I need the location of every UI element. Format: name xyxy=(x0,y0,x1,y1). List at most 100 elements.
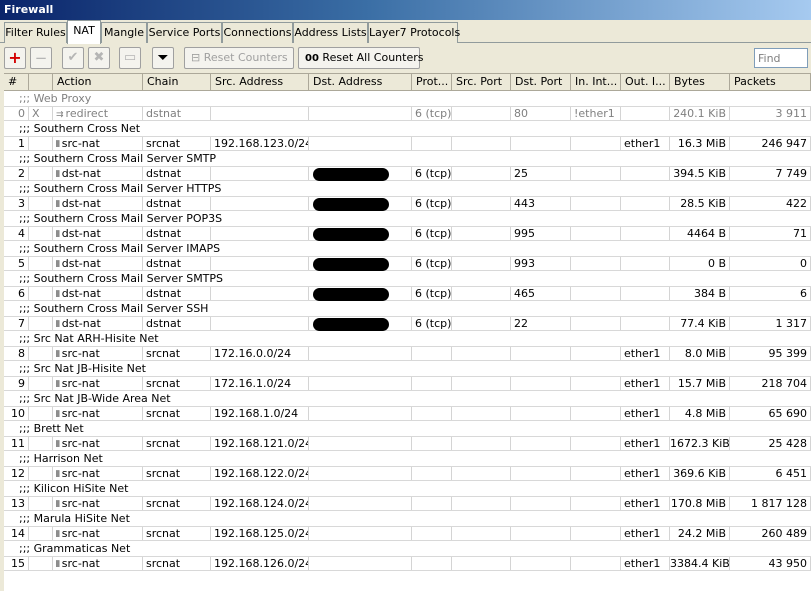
tab-layer7-protocols[interactable]: Layer7 Protocols xyxy=(368,22,460,43)
column-header-src-port[interactable]: Src. Port xyxy=(452,74,511,91)
table-row[interactable]: 11 ⫴ src-nat srcnat 192.168.121.0/24 ether1 16… xyxy=(4,436,811,451)
filter-icon[interactable]: ⏷ xyxy=(152,47,174,69)
table-row[interactable]: 14 ⫴ src-nat srcnat 192.168.125.0/24 ether1 24… xyxy=(4,526,811,541)
tab-address-lists[interactable]: Address Lists xyxy=(293,22,368,43)
column-header-packets[interactable]: Packets xyxy=(730,74,811,91)
rule-out-interface: ether1 xyxy=(621,377,670,390)
rule-comment[interactable]: ;;; Marula HiSite Net xyxy=(4,511,811,526)
table-row[interactable]: 8 ⫴ src-nat srcnat 172.16.0.0/24 ether1 8.0 Mi… xyxy=(4,346,811,361)
column-header-chain[interactable]: Chain xyxy=(143,74,211,91)
table-row[interactable]: 0 X ⇉ redirect dstnat 6 (tcp) 80 !ether1 240.1 K… xyxy=(4,106,811,121)
column-header-bytes[interactable]: Bytes xyxy=(670,74,730,91)
rule-dst-port xyxy=(511,467,571,480)
rule-packets: 422 xyxy=(730,197,811,210)
rule-number: 5 xyxy=(4,257,29,270)
rule-protocol: 6 (tcp) xyxy=(412,317,452,330)
comment-icon[interactable]: ▭ xyxy=(119,47,141,69)
table-row[interactable]: 12 ⫴ src-nat srcnat 192.168.122.0/24 ether1 36… xyxy=(4,466,811,481)
rule-comment[interactable]: ;;; Grammaticas Net xyxy=(4,541,811,556)
rule-action: ⫴ dst-nat xyxy=(53,287,143,300)
column-header-src-address[interactable]: Src. Address xyxy=(211,74,309,91)
table-row[interactable]: 5 ⫴ dst-nat dstnat 6 (tcp) 993 0 B0 xyxy=(4,256,811,271)
rule-comment[interactable]: ;;; Src Nat JB-Wide Area Net xyxy=(4,391,811,406)
table-row[interactable]: 15 ⫴ src-nat srcnat 192.168.126.0/24 ether1 33… xyxy=(4,556,811,571)
rule-src-port xyxy=(452,227,511,240)
table-row[interactable]: 6 ⫴ dst-nat dstnat 6 (tcp) 465 384 B6 xyxy=(4,286,811,301)
rule-packets: 25 428 xyxy=(730,437,811,450)
rule-chain: srcnat xyxy=(143,497,211,510)
rule-flag xyxy=(29,437,53,450)
rule-chain: dstnat xyxy=(143,197,211,210)
rule-in-interface xyxy=(571,227,621,240)
rule-dst-port: 80 xyxy=(511,107,571,120)
table-row[interactable]: 1 ⫴ src-nat srcnat 192.168.123.0/24 ether1 16.… xyxy=(4,136,811,151)
rule-src-port xyxy=(452,137,511,150)
rule-comment[interactable]: ;;; Harrison Net xyxy=(4,451,811,466)
rule-comment[interactable]: ;;; Southern Cross Mail Server POP3S xyxy=(4,211,811,226)
table-row[interactable]: 4 ⫴ dst-nat dstnat 6 (tcp) 995 4464 B 71 xyxy=(4,226,811,241)
rule-flag xyxy=(29,287,53,300)
tab-nat[interactable]: NAT xyxy=(67,20,101,44)
rule-comment[interactable]: ;;; Southern Cross Net xyxy=(4,121,811,136)
column-header-flags[interactable] xyxy=(29,74,53,91)
table-row[interactable]: 10 ⫴ src-nat srcnat 192.168.1.0/24 ether1 4.8 … xyxy=(4,406,811,421)
rule-bytes: 24.2 MiB xyxy=(670,527,730,540)
rule-flag: X xyxy=(29,107,53,120)
reset-counters-button[interactable]: ⊟ Reset Counters xyxy=(184,47,294,69)
rule-comment[interactable]: ;;; Southern Cross Mail Server IMAPS xyxy=(4,241,811,256)
rule-protocol xyxy=(412,497,452,510)
rule-comment[interactable]: ;;; Southern Cross Mail Server SMTP xyxy=(4,151,811,166)
reset-all-counters-label: Reset All Counters xyxy=(322,51,424,64)
add-icon[interactable]: + xyxy=(4,47,26,69)
reset-all-counters-icon: 00 xyxy=(305,53,319,64)
rule-comment[interactable]: ;;; Src Nat JB-Hisite Net xyxy=(4,361,811,376)
rule-comment[interactable]: ;;; Web Proxy xyxy=(4,91,811,106)
redaction-mark xyxy=(313,198,389,211)
rule-comment[interactable]: ;;; Southern Cross Mail Server HTTPS xyxy=(4,181,811,196)
tab-connections[interactable]: Connections xyxy=(222,22,293,43)
rule-packets: 71 xyxy=(730,227,811,240)
rule-dst-port: 22 xyxy=(511,317,571,330)
rule-comment[interactable]: ;;; Brett Net xyxy=(4,421,811,436)
window-title: Firewall xyxy=(0,0,811,20)
table-row[interactable]: 13 ⫴ src-nat srcnat 192.168.124.0/24 ether1 17… xyxy=(4,496,811,511)
table-row[interactable]: 7 ⫴ dst-nat dstnat 6 (tcp) 22 77.4 KiB 1 317 xyxy=(4,316,811,331)
redaction-mark xyxy=(313,228,389,241)
rule-chain: srcnat xyxy=(143,557,211,570)
reset-all-counters-button[interactable]: 00 Reset All Counters xyxy=(298,47,424,69)
rule-action: ⫴ src-nat xyxy=(53,407,143,420)
find-input[interactable] xyxy=(754,48,808,68)
column-header-out-interface[interactable]: Out. I... xyxy=(621,74,670,91)
rule-dst-port xyxy=(511,377,571,390)
tab-mangle[interactable]: Mangle xyxy=(101,22,147,43)
remove-icon[interactable]: − xyxy=(30,47,52,69)
rule-dst-address xyxy=(309,527,412,540)
rule-comment[interactable]: ;;; Src Nat ARH-Hisite Net xyxy=(4,331,811,346)
rule-src-address: 192.168.121.0/24 xyxy=(211,437,309,450)
nat-action-icon: ⫴ xyxy=(56,440,60,450)
rule-comment[interactable]: ;;; Kilicon HiSite Net xyxy=(4,481,811,496)
column-header-in-interface[interactable]: In. Int... xyxy=(571,74,621,91)
column-header-protocol[interactable]: Prot... xyxy=(412,74,452,91)
column-header-dst-address[interactable]: Dst. Address xyxy=(309,74,412,91)
disable-x-icon[interactable]: ✖ xyxy=(88,47,110,69)
rule-comment[interactable]: ;;; Southern Cross Mail Server SSH xyxy=(4,301,811,316)
tab-filter-rules[interactable]: Filter Rules xyxy=(4,22,67,43)
rule-out-interface: ether1 xyxy=(621,497,670,510)
rule-src-port xyxy=(452,527,511,540)
table-row[interactable]: 2 ⫴ dst-nat dstnat 6 (tcp) 25 394.5 KiB 7 749 xyxy=(4,166,811,181)
rule-action: ⫴ src-nat xyxy=(53,347,143,360)
rule-in-interface xyxy=(571,377,621,390)
enable-check-icon[interactable]: ✔ xyxy=(62,47,84,69)
nat-action-icon: ⫴ xyxy=(56,170,60,180)
table-row[interactable]: 3 ⫴ dst-nat dstnat 6 (tcp) 443 28.5 KiB 422 xyxy=(4,196,811,211)
column-header-number[interactable]: # xyxy=(4,74,29,91)
table-row[interactable]: 9 ⫴ src-nat srcnat 172.16.1.0/24 ether1 15.7 M… xyxy=(4,376,811,391)
column-header-action[interactable]: Action xyxy=(53,74,143,91)
rule-comment[interactable]: ;;; Southern Cross Mail Server SMTPS xyxy=(4,271,811,286)
rule-src-port xyxy=(452,557,511,570)
column-header-dst-port[interactable]: Dst. Port xyxy=(511,74,571,91)
tab-service-ports[interactable]: Service Ports xyxy=(147,22,222,43)
rule-protocol: 6 (tcp) xyxy=(412,287,452,300)
rule-in-interface xyxy=(571,347,621,360)
